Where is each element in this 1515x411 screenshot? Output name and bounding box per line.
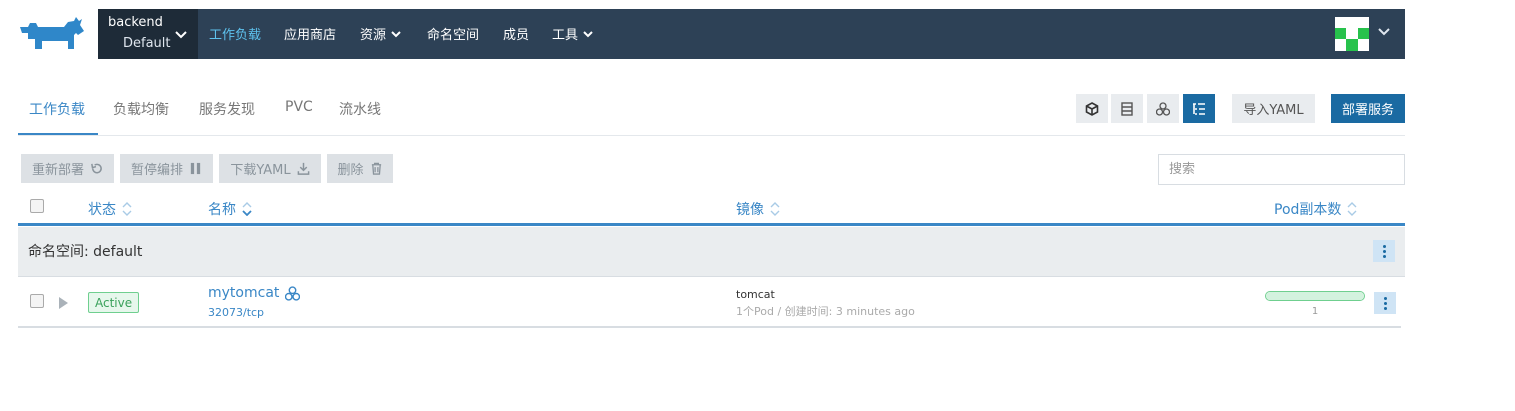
workload-name: mytomcat	[208, 285, 280, 301]
column-image[interactable]: 镜像	[736, 199, 780, 219]
table-row: Active mytomcat 32073/tcp tomcat 1个Pod /…	[18, 278, 1401, 328]
tab-pvc[interactable]: PVC	[285, 99, 313, 115]
import-yaml-button[interactable]: 导入YAML	[1232, 94, 1315, 123]
list-tree-icon	[1193, 102, 1205, 115]
redeploy-button[interactable]: 重新部署	[21, 154, 114, 183]
tab-load-balancing[interactable]: 负载均衡	[113, 99, 169, 119]
namespace-group-row: 命名空间: default	[18, 227, 1405, 277]
pod-progress-fill	[1266, 292, 1364, 300]
nav-tools[interactable]: 工具	[552, 24, 594, 43]
row-actions-kebab-icon[interactable]	[1374, 292, 1396, 314]
download-yaml-button[interactable]: 下载YAML	[219, 154, 321, 183]
nav-catalog-apps[interactable]: 应用商店	[284, 24, 336, 43]
deploy-service-button[interactable]: 部署服务	[1331, 94, 1405, 123]
column-label: Pod副本数	[1274, 202, 1342, 218]
redeploy-label: 重新部署	[31, 163, 84, 178]
rancher-logo-icon[interactable]	[18, 17, 88, 53]
delete-button[interactable]: 删除	[327, 154, 393, 183]
top-navbar: backend Default 工作负载 应用商店 资源 命名空间 成员 工具	[98, 9, 1405, 59]
sort-icon	[770, 202, 780, 216]
nav-resources[interactable]: 资源	[360, 24, 402, 43]
nav-workloads[interactable]: 工作负载	[209, 24, 261, 43]
cluster-nodes-icon	[285, 285, 301, 301]
pause-orchestration-button[interactable]: 暂停编排	[120, 154, 213, 183]
cluster-name: backend	[108, 15, 163, 30]
view-nodes-button[interactable]	[1147, 94, 1179, 123]
trash-icon	[371, 162, 381, 175]
server-icon	[1121, 101, 1133, 116]
chevron-down-icon	[175, 31, 187, 39]
nav-label: 应用商店	[284, 28, 337, 43]
user-menu-chevron-icon[interactable]	[1376, 24, 1392, 40]
column-label: 名称	[208, 202, 236, 218]
sort-icon	[1347, 202, 1357, 216]
column-name[interactable]: 名称	[208, 199, 252, 219]
pause-label: 暂停编排	[130, 163, 183, 178]
nav-namespaces[interactable]: 命名空间	[427, 24, 479, 43]
port-link[interactable]: 32073/tcp	[208, 306, 264, 319]
tab-pipelines[interactable]: 流水线	[339, 99, 381, 119]
cluster-nodes-icon	[1156, 101, 1170, 116]
pause-icon	[190, 162, 201, 175]
nav-label: 工具	[552, 28, 579, 43]
namespace-group-label: 命名空间: default	[28, 244, 143, 260]
cluster-project-switcher[interactable]: backend Default	[98, 9, 198, 59]
group-actions-kebab-icon[interactable]	[1373, 240, 1395, 262]
row-checkbox[interactable]	[30, 294, 44, 308]
expand-row-icon[interactable]	[59, 297, 68, 309]
view-server-button[interactable]	[1111, 94, 1143, 123]
view-cube-button[interactable]	[1076, 94, 1108, 123]
column-label: 镜像	[736, 202, 764, 218]
image-name: tomcat	[736, 288, 775, 301]
nav-label: 资源	[360, 28, 387, 43]
column-state[interactable]: 状态	[88, 199, 132, 219]
chevron-down-icon	[583, 30, 593, 37]
image-meta: 1个Pod / 创建时间: 3 minutes ago	[736, 305, 915, 318]
project-name: Default	[123, 36, 171, 51]
workload-name-link[interactable]: mytomcat	[208, 285, 301, 301]
table-header: 状态 名称 镜像 Pod副本数	[18, 194, 1405, 226]
download-label: 下载YAML	[230, 163, 291, 178]
pod-progress-bar	[1265, 291, 1365, 301]
tab-service-discovery[interactable]: 服务发现	[199, 99, 255, 119]
column-label: 状态	[88, 202, 116, 218]
sort-icon	[122, 202, 132, 216]
status-badge: Active	[88, 292, 140, 313]
search-input[interactable]	[1158, 154, 1405, 185]
tab-workloads[interactable]: 工作负载	[29, 99, 85, 119]
sort-desc-icon	[242, 202, 252, 216]
download-icon	[297, 162, 309, 175]
user-avatar[interactable]	[1335, 17, 1369, 51]
cube-icon	[1085, 101, 1099, 116]
select-all-checkbox[interactable]	[30, 199, 44, 213]
pod-count: 1	[1311, 306, 1319, 317]
view-list-button[interactable]	[1183, 94, 1215, 123]
nav-label: 成员	[503, 28, 530, 43]
column-pod-replicas[interactable]: Pod副本数	[1274, 199, 1357, 219]
delete-label: 删除	[337, 163, 364, 178]
nav-label: 工作负载	[209, 28, 262, 43]
redo-icon	[91, 163, 102, 174]
nav-members[interactable]: 成员	[503, 24, 529, 43]
chevron-down-icon	[391, 30, 401, 37]
active-tab-indicator	[18, 133, 98, 135]
nav-label: 命名空间	[427, 28, 480, 43]
